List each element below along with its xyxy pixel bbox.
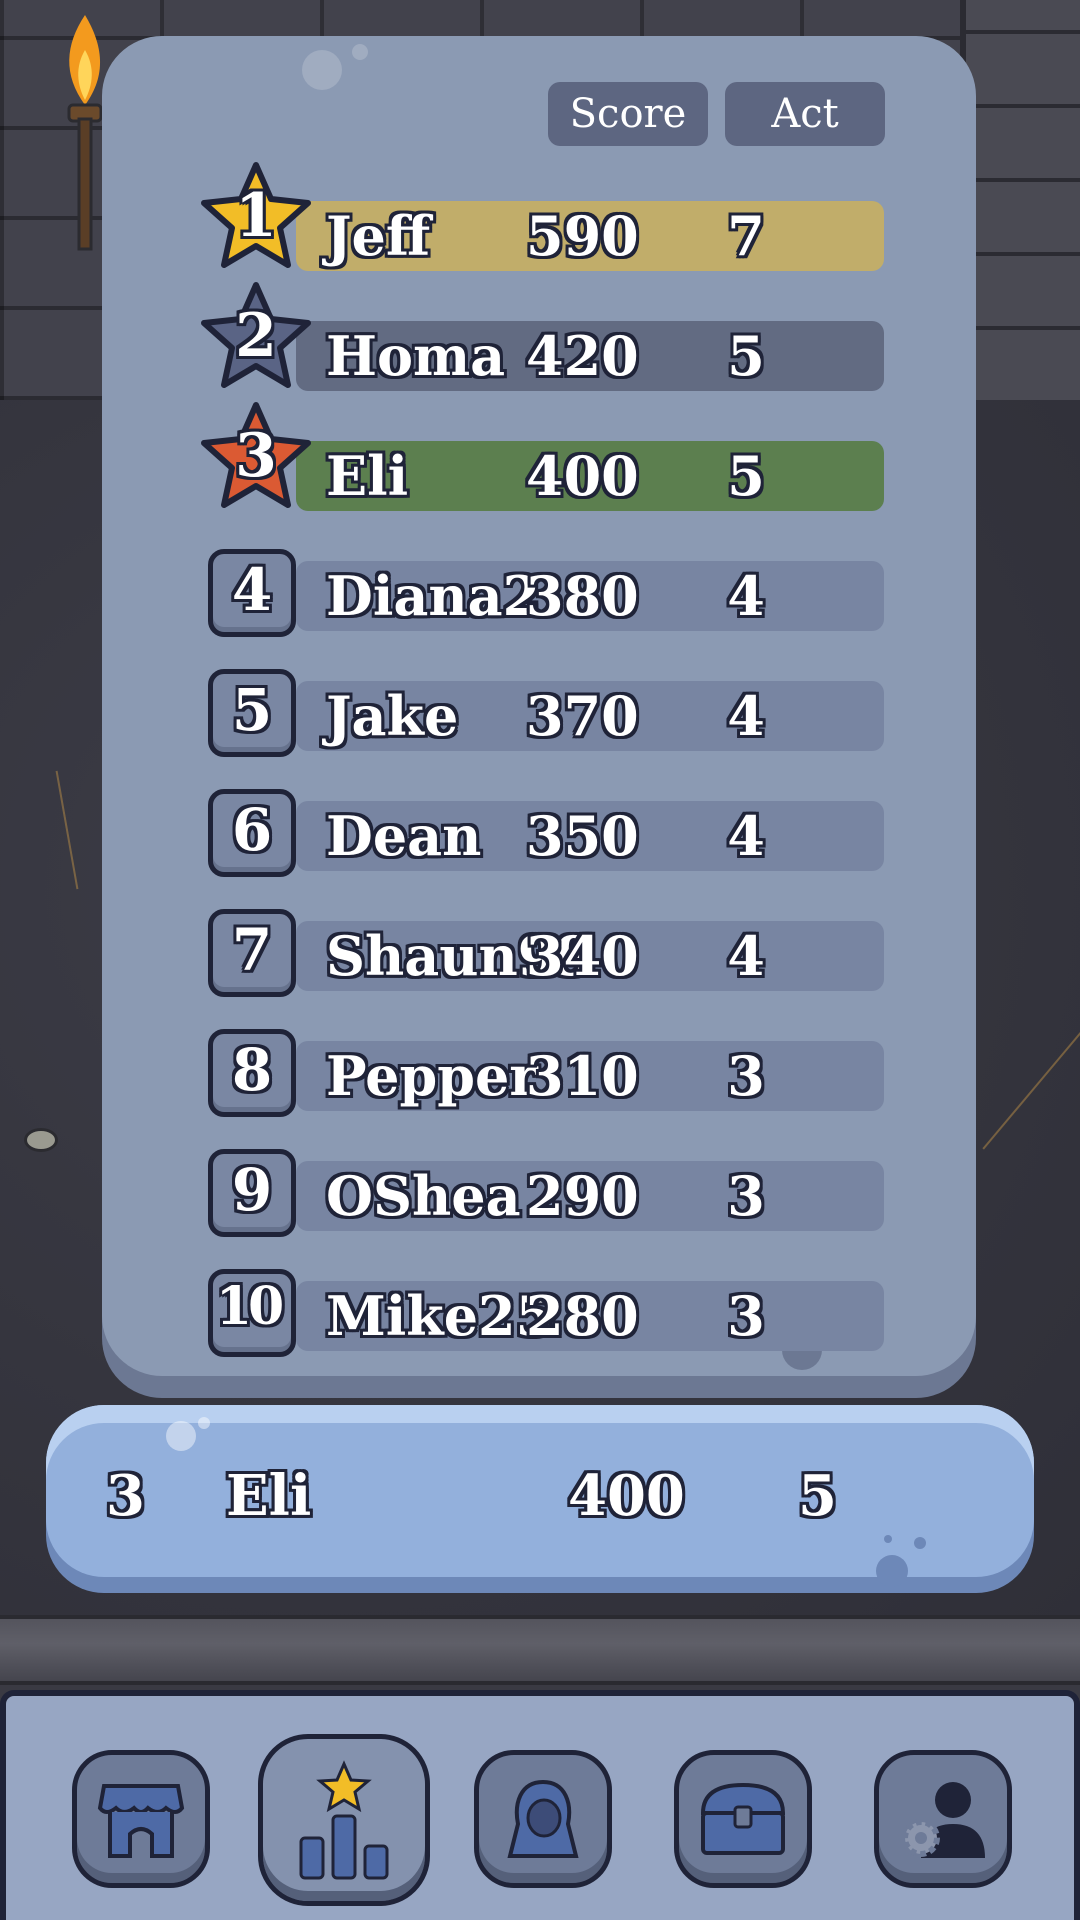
rank-star-icon: 3 (194, 399, 318, 523)
player-score: 310 (526, 1044, 639, 1108)
player-score: 590 (526, 204, 639, 268)
player-score: 340 (526, 924, 639, 988)
rank-badge: 10 (208, 1269, 296, 1357)
leaderboard-row: Mike25 280 3 10 (208, 1269, 884, 1357)
current-player-act: 5 (798, 1463, 837, 1529)
leaderboard-row: Homa 420 5 2 (201, 282, 884, 391)
rank-number: 9 (231, 1156, 273, 1224)
pebble (24, 1128, 58, 1152)
chest-button[interactable] (674, 1750, 812, 1888)
player-name: Mike25 (326, 1284, 554, 1348)
player-score: 280 (526, 1284, 639, 1348)
player-name: Pepper (326, 1044, 538, 1108)
leaderboard-icon (299, 1760, 389, 1880)
rank-star-icon: 1 (194, 159, 318, 283)
player-act: 4 (727, 684, 765, 748)
player-act: 3 (727, 1044, 765, 1108)
player-name: Eli (326, 444, 409, 508)
player-score: 370 (526, 684, 639, 748)
player-act: 4 (727, 804, 765, 868)
leaderboard-row: Jake 370 4 5 (208, 669, 884, 757)
leaderboard-row: Shaun99 340 4 7 (208, 909, 884, 997)
player-act: 3 (727, 1164, 765, 1228)
rank-number: 5 (231, 676, 273, 744)
leaderboard-button[interactable] (258, 1734, 430, 1906)
leaderboard-row: Diana2 380 4 4 (208, 549, 884, 637)
bottom-nav-bar (0, 1690, 1080, 1920)
current-player-rank: 3 (106, 1463, 145, 1529)
player-name: OShea (326, 1164, 521, 1228)
profile-settings-button[interactable] (874, 1750, 1012, 1888)
character-button[interactable] (474, 1750, 612, 1888)
current-player-name: Eli (226, 1463, 312, 1529)
stone-ledge (0, 1615, 1080, 1685)
rank-number: 2 (235, 301, 277, 371)
leaderboard-row: Jeff 590 7 1 (201, 162, 884, 271)
player-act: 5 (727, 324, 765, 388)
player-name: Jeff (326, 204, 431, 268)
player-score: 290 (526, 1164, 639, 1228)
player-score: 420 (526, 324, 639, 388)
rank-badge: 8 (208, 1029, 296, 1117)
shop-icon (97, 1784, 185, 1858)
rank-number: 7 (231, 916, 273, 984)
rank-number: 10 (215, 1276, 284, 1337)
player-act: 7 (727, 204, 765, 268)
leaderboard-row: Dean 350 4 6 (208, 789, 884, 877)
character-icon (507, 1779, 579, 1858)
shop-button[interactable] (72, 1750, 210, 1888)
rank-number: 8 (231, 1036, 273, 1104)
rank-badge: 6 (208, 789, 296, 877)
player-score: 400 (526, 444, 639, 508)
player-name: Diana2 (326, 564, 541, 628)
rank-badge: 9 (208, 1149, 296, 1237)
rank-number: 6 (231, 796, 273, 864)
leaderboard-row: Pepper 310 3 8 (208, 1029, 884, 1117)
rank-number: 4 (231, 556, 273, 624)
rank-badge: 5 (208, 669, 296, 757)
leaderboard-list: Jeff 590 7 1 Homa 420 5 2 Eli 400 5 3 Diana2 380 4 4 Jak… (100, 36, 980, 1376)
current-player-banner: 3 Eli 400 5 (46, 1405, 1034, 1587)
leaderboard-row: OShea 290 3 9 (208, 1149, 884, 1237)
player-name: Dean (326, 804, 482, 868)
player-name: Homa (326, 324, 506, 388)
player-act: 5 (727, 444, 765, 508)
player-act: 4 (727, 924, 765, 988)
current-player-score: 400 (568, 1463, 685, 1529)
player-name: Jake (326, 684, 459, 748)
player-act: 4 (727, 564, 765, 628)
rank-number: 1 (235, 181, 277, 251)
player-act: 3 (727, 1284, 765, 1348)
player-score: 350 (526, 804, 639, 868)
profile-settings-icon (902, 1782, 985, 1858)
rank-star-icon: 2 (194, 279, 318, 403)
rank-badge: 7 (208, 909, 296, 997)
player-score: 380 (526, 564, 639, 628)
chest-icon (700, 1782, 786, 1855)
rank-number: 3 (235, 421, 277, 491)
leaderboard-row: Eli 400 5 3 (201, 402, 884, 511)
rank-badge: 4 (208, 549, 296, 637)
